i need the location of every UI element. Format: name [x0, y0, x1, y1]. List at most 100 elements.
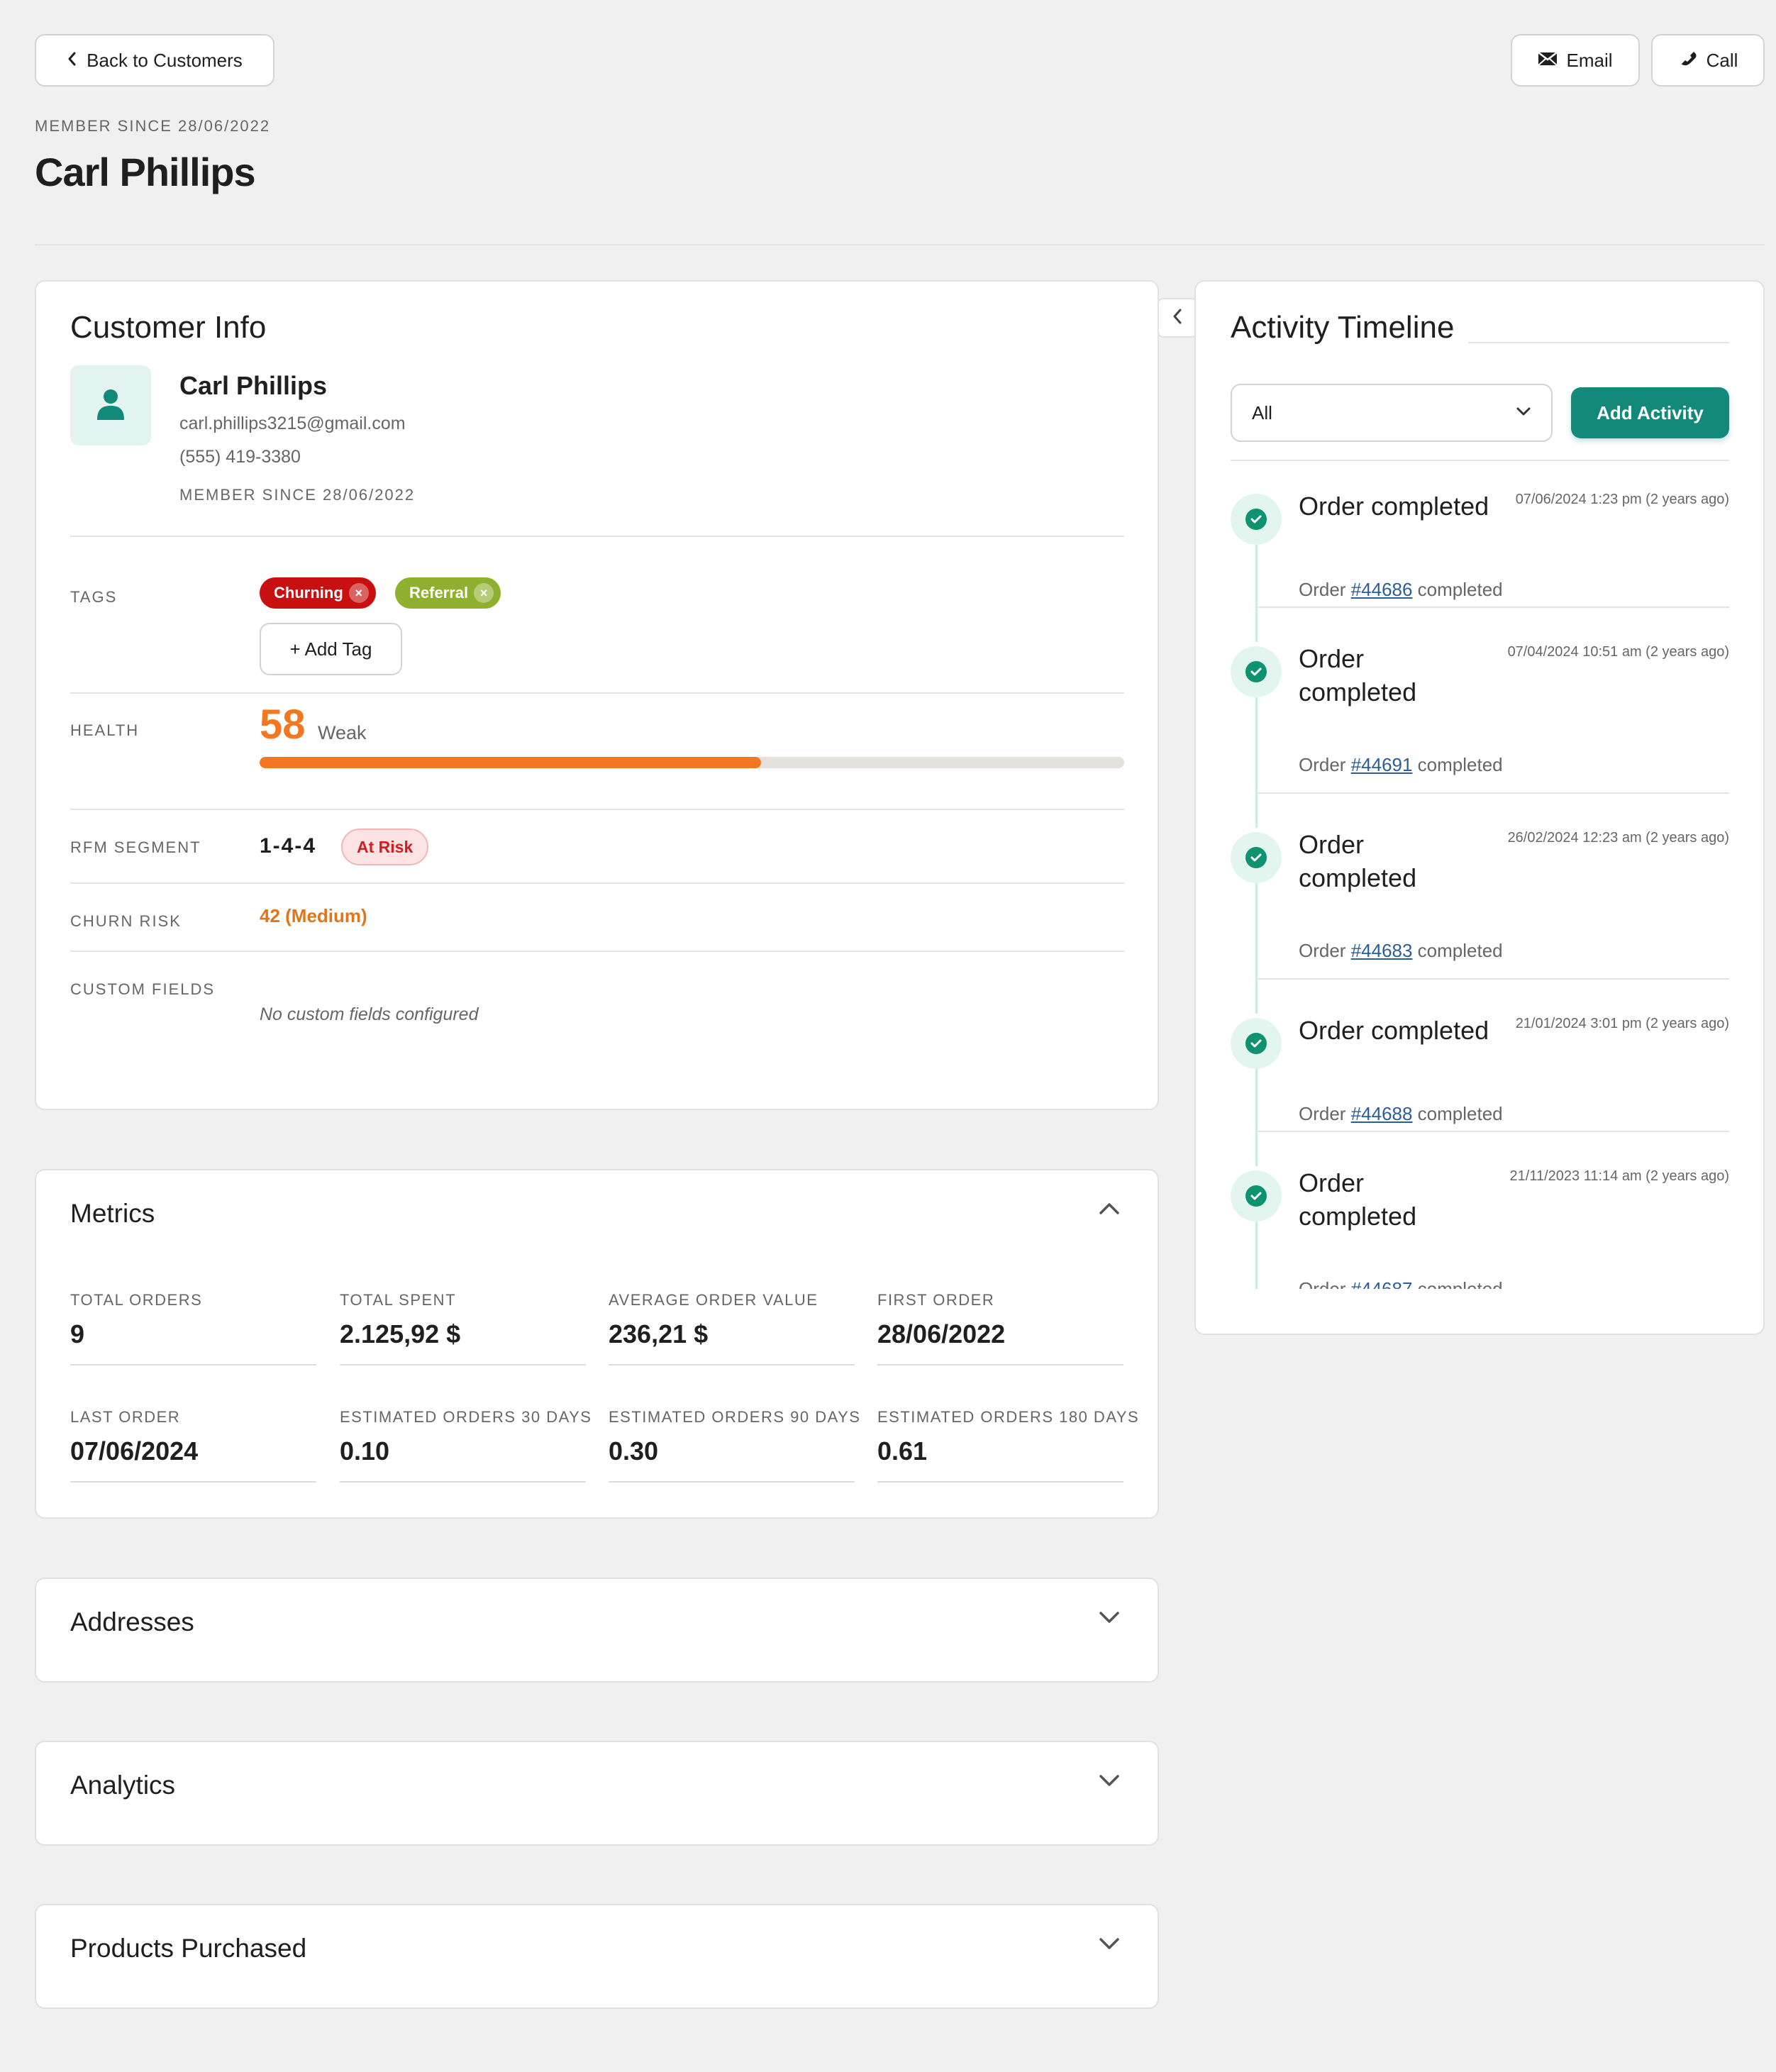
timeline-connector: [1255, 883, 1258, 1014]
chevron-down-icon: [1516, 406, 1531, 420]
custom-fields-empty: No custom fields configured: [260, 1004, 479, 1024]
metric-label: AVERAGE ORDER VALUE: [609, 1291, 818, 1309]
timeline-connector: [1255, 545, 1258, 642]
activity-description: Order #44688 completed: [1299, 1103, 1503, 1125]
user-icon: [96, 387, 126, 423]
metric-divider: [877, 1481, 1123, 1483]
tag-label: Referral: [409, 584, 469, 602]
chevron-up-icon[interactable]: [1098, 1200, 1121, 1221]
metric-divider: [340, 1364, 586, 1365]
completed-check-icon: [1231, 646, 1282, 697]
timeline-connector: [1255, 1221, 1258, 1289]
activity-description: Order #44687 completed: [1299, 1278, 1503, 1289]
health-bar-track: [260, 757, 1124, 768]
order-link[interactable]: #44683: [1351, 940, 1413, 961]
timeline-connector: [1255, 697, 1258, 828]
activity-description: Order #44686 completed: [1299, 579, 1503, 601]
back-to-customers-button[interactable]: Back to Customers: [35, 34, 274, 87]
churn-divider: [70, 951, 1124, 952]
churn-value: 42 (Medium): [260, 905, 367, 926]
order-link[interactable]: #44688: [1351, 1103, 1413, 1124]
timeline-divider: [1255, 1131, 1729, 1132]
health-divider: [70, 809, 1124, 810]
metric-label: FIRST ORDER: [877, 1291, 995, 1309]
tag-referral: Referral ×: [395, 577, 501, 609]
order-link[interactable]: #44687: [1351, 1278, 1413, 1289]
custom-fields-label: CUSTOM FIELDS: [70, 980, 216, 998]
metric-value: 9: [70, 1319, 85, 1348]
chevron-down-icon[interactable]: [1098, 1772, 1121, 1793]
rfm-label: RFM SEGMENT: [70, 838, 201, 856]
tags-divider: [70, 692, 1124, 694]
page-title: Carl Phillips: [35, 150, 256, 194]
completed-check-icon: [1231, 1170, 1282, 1221]
activity-suffix: completed: [1412, 940, 1503, 961]
customer-member-since: MEMBER SINCE 28/06/2022: [179, 486, 416, 504]
call-button[interactable]: Call: [1651, 34, 1765, 87]
timeline-list: Order completed 07/06/2024 1:23 pm (2 yea…: [1194, 461, 1765, 1289]
collapse-sidebar-button[interactable]: [1158, 298, 1197, 338]
completed-check-icon: [1231, 1018, 1282, 1069]
activity-description: Order #44683 completed: [1299, 940, 1503, 962]
activity-prefix: Order: [1299, 940, 1351, 961]
order-link[interactable]: #44691: [1351, 754, 1413, 775]
timeline-title-rule: [1468, 342, 1729, 343]
products-purchased-title: Products Purchased: [70, 1934, 307, 1963]
activity-timestamp: 07/06/2024 1:23 pm (2 years ago): [1515, 492, 1729, 507]
activity-timestamp: 21/11/2023 11:14 am (2 years ago): [1509, 1168, 1729, 1184]
header-divider: [35, 244, 1765, 245]
activity-suffix: completed: [1412, 579, 1503, 600]
add-tag-button[interactable]: + Add Tag: [260, 623, 402, 675]
activity-suffix: completed: [1412, 1103, 1503, 1124]
phone-icon: [1678, 48, 1698, 73]
metrics-title: Metrics: [70, 1199, 155, 1228]
metric-divider: [70, 1364, 316, 1365]
avatar: [70, 365, 151, 445]
email-button[interactable]: Email: [1511, 34, 1640, 87]
mail-icon: [1538, 50, 1558, 72]
addresses-section[interactable]: [35, 1578, 1159, 1683]
metric-value: 0.61: [877, 1436, 928, 1466]
back-label: Back to Customers: [87, 49, 243, 71]
activity-suffix: completed: [1412, 1278, 1503, 1289]
chevron-left-icon: [1172, 308, 1183, 328]
activity-timestamp: 21/01/2024 3:01 pm (2 years ago): [1515, 1016, 1729, 1031]
activity-title: Order completed: [1299, 492, 1489, 521]
activity-title: Order completed: [1299, 830, 1417, 892]
addresses-title: Addresses: [70, 1607, 194, 1636]
activity-timeline-title: Activity Timeline: [1231, 310, 1455, 345]
chevron-left-icon: [67, 50, 78, 72]
info-divider: [70, 536, 1124, 537]
member-since: MEMBER SINCE 28/06/2022: [35, 117, 271, 135]
activity-prefix: Order: [1299, 754, 1351, 775]
chevron-down-icon[interactable]: [1098, 1935, 1121, 1956]
health-bar-fill: [260, 757, 762, 768]
metric-label: ESTIMATED ORDERS 30 DAYS: [340, 1408, 592, 1426]
timeline-connector: [1255, 1069, 1258, 1166]
remove-tag-icon[interactable]: ×: [474, 583, 494, 603]
filter-value: All: [1252, 401, 1272, 423]
health-text: Weak: [318, 722, 367, 743]
metric-value: 0.30: [609, 1436, 659, 1466]
tag-churning: Churning ×: [260, 577, 376, 609]
metric-label: LAST ORDER: [70, 1408, 181, 1426]
churn-label: CHURN RISK: [70, 912, 182, 930]
add-activity-button[interactable]: Add Activity: [1571, 387, 1729, 438]
activity-filter-select[interactable]: All: [1231, 384, 1553, 442]
remove-tag-icon[interactable]: ×: [348, 583, 369, 603]
activity-prefix: Order: [1299, 1103, 1351, 1124]
metric-divider: [609, 1364, 855, 1365]
tag-label: Churning: [274, 584, 343, 602]
metric-value: 0.10: [340, 1436, 390, 1466]
chevron-down-icon[interactable]: [1098, 1609, 1121, 1629]
order-link[interactable]: #44686: [1351, 579, 1413, 600]
analytics-section[interactable]: [35, 1741, 1159, 1846]
metric-divider: [70, 1481, 316, 1483]
timeline-divider: [1255, 606, 1729, 608]
add-tag-label: + Add Tag: [289, 638, 372, 660]
completed-check-icon: [1231, 832, 1282, 883]
call-label: Call: [1706, 49, 1738, 71]
rfm-value: 1-4-4: [260, 834, 317, 858]
activity-prefix: Order: [1299, 579, 1351, 600]
metric-value: 07/06/2024: [70, 1436, 199, 1466]
